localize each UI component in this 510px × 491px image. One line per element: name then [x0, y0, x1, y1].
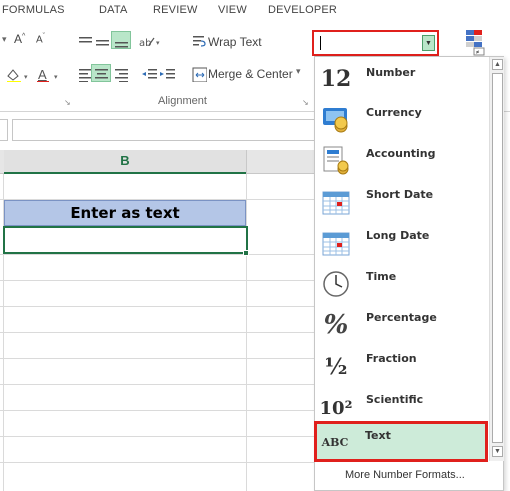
- format-option-accounting[interactable]: Accounting: [315, 141, 489, 181]
- tab-data[interactable]: DATA: [99, 4, 128, 16]
- formula-input[interactable]: [12, 119, 322, 141]
- name-box[interactable]: [0, 119, 8, 141]
- fill-color-icon[interactable]: ▾: [4, 65, 34, 83]
- text-caret: [320, 36, 321, 50]
- tab-formulas[interactable]: FORMULAS: [2, 4, 65, 16]
- scientific-icon: 10²: [319, 397, 353, 419]
- gridline: [0, 306, 320, 307]
- dropdown-scrollbar[interactable]: ▲ ▼: [489, 57, 504, 461]
- format-option-currency[interactable]: Currency: [315, 100, 489, 140]
- worksheet-grid[interactable]: B Enter as text: [0, 150, 320, 491]
- svg-text:▾: ▾: [156, 40, 160, 47]
- text-option-highlight-box: [314, 421, 488, 462]
- number-12-icon: 12: [320, 66, 352, 92]
- align-center-icon[interactable]: [91, 64, 111, 82]
- format-option-fraction[interactable]: ½ Fraction: [315, 346, 489, 386]
- format-option-time[interactable]: Time: [315, 264, 489, 304]
- more-number-formats-link[interactable]: More Number Formats...: [345, 469, 465, 481]
- wrap-text-button[interactable]: Wrap Text: [208, 35, 262, 49]
- number-format-combobox[interactable]: ▼: [312, 30, 439, 56]
- align-right-icon[interactable]: [112, 65, 130, 83]
- merge-dropdown-arrow[interactable]: ▾: [296, 66, 301, 77]
- alignment-group-label: Alignment: [158, 95, 207, 107]
- calendar-icon: [319, 226, 353, 260]
- gridline: [0, 332, 320, 333]
- increase-font-size-button[interactable]: A^: [14, 32, 25, 46]
- column-header-row: B: [0, 150, 320, 174]
- font-size-dropdown-arrow[interactable]: ▾: [2, 34, 7, 45]
- scroll-down-icon[interactable]: ▼: [492, 446, 503, 457]
- align-bottom-icon[interactable]: [111, 31, 131, 49]
- clock-icon: [319, 267, 353, 301]
- scroll-up-icon[interactable]: ▲: [492, 59, 503, 70]
- calendar-icon: [319, 185, 353, 219]
- svg-text:▾: ▾: [54, 74, 58, 81]
- gridline: [0, 384, 320, 385]
- orientation-icon[interactable]: ab ▾: [136, 32, 162, 50]
- percent-icon: %: [323, 310, 349, 340]
- format-option-number[interactable]: 12 Number: [315, 59, 489, 99]
- conditional-formatting-icon[interactable]: ≠: [464, 28, 486, 56]
- gridline: [0, 280, 320, 281]
- font-dialog-launcher-icon[interactable]: ↘: [64, 98, 71, 107]
- column-header-c[interactable]: [246, 150, 320, 174]
- decrease-font-size-button[interactable]: Aˇ: [36, 33, 45, 45]
- align-middle-icon[interactable]: [93, 32, 111, 50]
- tab-review[interactable]: REVIEW: [153, 4, 198, 16]
- increase-indent-icon[interactable]: [158, 65, 176, 83]
- svg-text:▾: ▾: [24, 74, 28, 81]
- merge-center-icon: [192, 67, 207, 82]
- svg-text:A: A: [38, 67, 47, 82]
- tab-view[interactable]: VIEW: [218, 4, 247, 16]
- gridline: [0, 462, 320, 463]
- accounting-icon: [319, 143, 353, 177]
- decrease-indent-icon[interactable]: [140, 65, 158, 83]
- tab-developer[interactable]: DEVELOPER: [268, 4, 337, 16]
- font-color-icon[interactable]: A ▾: [34, 65, 64, 83]
- format-option-long-date[interactable]: Long Date: [315, 223, 489, 263]
- format-option-percentage[interactable]: % Percentage: [315, 305, 489, 345]
- gridline: [0, 358, 320, 359]
- align-top-icon[interactable]: [76, 32, 94, 50]
- formula-bar: [0, 117, 322, 143]
- header-cell-b[interactable]: Enter as text: [4, 200, 246, 226]
- wrap-text-icon: [193, 36, 206, 47]
- currency-icon: [319, 102, 353, 136]
- merge-center-button[interactable]: Merge & Center: [208, 67, 293, 81]
- column-header-b[interactable]: B: [4, 150, 246, 174]
- gridline: [0, 254, 320, 255]
- ribbon-tabs: FORMULAS DATA REVIEW VIEW DEVELOPER: [0, 0, 510, 20]
- scroll-thumb[interactable]: [492, 73, 503, 443]
- gridline: [0, 436, 320, 437]
- number-format-dropdown-arrow-icon[interactable]: ▼: [422, 35, 435, 51]
- gridline: [0, 410, 320, 411]
- fill-handle[interactable]: [243, 250, 249, 256]
- fraction-icon: ½: [324, 354, 348, 380]
- alignment-dialog-launcher-icon[interactable]: ↘: [302, 98, 309, 107]
- active-cell[interactable]: [3, 226, 248, 254]
- format-option-short-date[interactable]: Short Date: [315, 182, 489, 222]
